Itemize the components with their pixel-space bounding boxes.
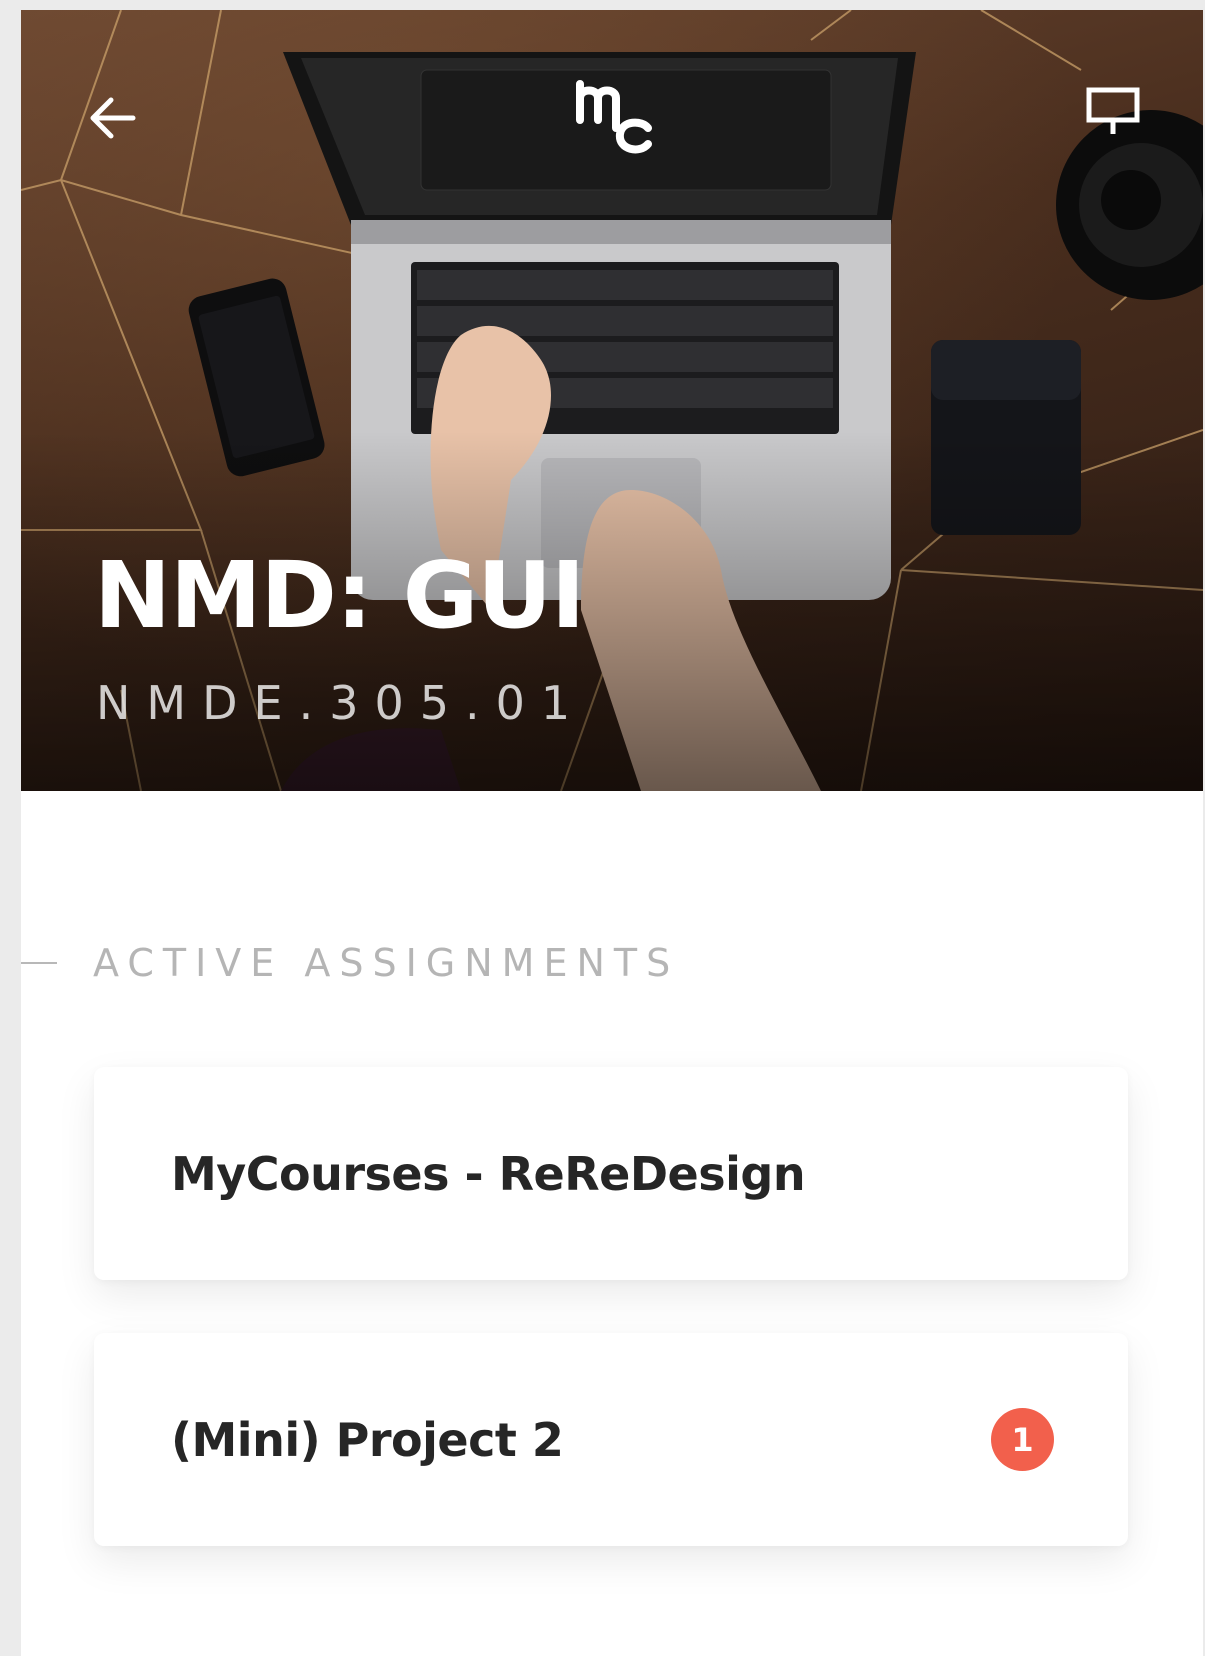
- section-dash: [21, 962, 57, 964]
- arrow-left-icon: [90, 97, 136, 139]
- course-hero: NMD: GUI NMDE.305.01: [21, 10, 1203, 791]
- back-button[interactable]: [81, 88, 141, 148]
- assignment-card[interactable]: MyCourses - ReReDesign: [94, 1067, 1128, 1280]
- assignment-title: MyCourses - ReReDesign: [171, 1146, 806, 1201]
- presentation-screen-icon: [1086, 87, 1140, 134]
- app-screen: NMD: GUI NMDE.305.01 ACTIVE ASSIGNMENTS …: [21, 10, 1203, 1656]
- section-header: ACTIVE ASSIGNMENTS: [21, 938, 679, 988]
- course-title: NMD: GUI: [94, 542, 585, 649]
- mc-logo-icon[interactable]: [572, 72, 662, 162]
- presentation-button[interactable]: [1083, 80, 1143, 140]
- assignment-card[interactable]: (Mini) Project 2 1: [94, 1333, 1128, 1546]
- course-code: NMDE.305.01: [96, 676, 587, 730]
- assignment-title: (Mini) Project 2: [171, 1412, 564, 1467]
- section-title: ACTIVE ASSIGNMENTS: [93, 941, 680, 985]
- notification-badge: 1: [991, 1408, 1054, 1471]
